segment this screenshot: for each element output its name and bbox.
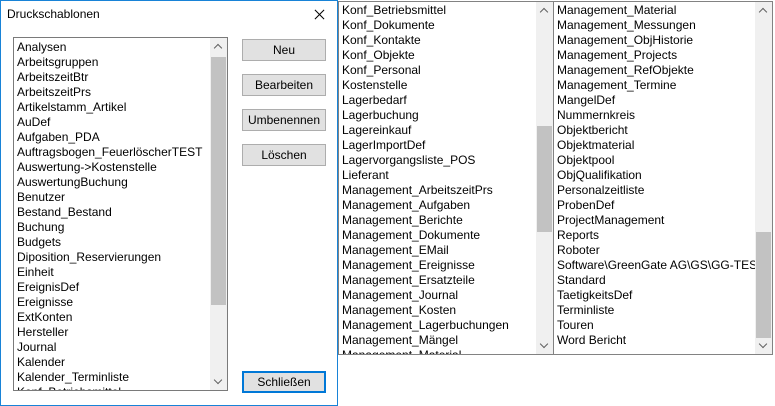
list-item[interactable]: Lagerbuchung [339,108,536,123]
list-item[interactable]: Management_Journal [339,288,536,303]
list-item[interactable]: Budgets [14,235,210,250]
list-item[interactable]: Einheit [14,265,210,280]
list-item[interactable]: Nummernkreis [554,108,755,123]
list-item[interactable]: Software\GreenGate AG\GS\GG-TEST [554,258,755,273]
list-item[interactable]: Lagereinkauf [339,123,536,138]
scroll-up-icon[interactable] [536,2,553,19]
edit-button[interactable]: Bearbeiten [242,74,326,96]
list-item[interactable]: ArbeitszeitBtr [14,70,210,85]
list-item[interactable]: ArbeitszeitPrs [14,85,210,100]
scroll-thumb[interactable] [756,232,771,338]
list-item[interactable]: Hersteller [14,325,210,340]
title-bar: Druckschablonen [1,1,337,29]
list-item[interactable]: LagerImportDef [339,138,536,153]
list-item[interactable]: Terminliste [554,303,755,318]
scroll-thumb[interactable] [211,57,226,305]
list-item[interactable]: Konf_Kontakte [339,33,536,48]
list-item[interactable]: Lagerbedarf [339,93,536,108]
list-item[interactable]: Analysen [14,40,210,55]
scroll-down-icon[interactable] [755,337,772,354]
middle-list-items: Konf_Betriebsmittel Konf_Dokumente Konf_Ko… [339,2,536,354]
list-item[interactable]: Management_RefObjekte [554,63,755,78]
list-item[interactable]: Management_Ersatzteile [339,273,536,288]
middle-list-scrollbar[interactable] [536,2,553,354]
list-item[interactable]: Journal [14,340,210,355]
list-item[interactable]: Management_EMail [339,243,536,258]
list-item[interactable]: Benutzer [14,190,210,205]
list-item[interactable]: ObjQualifikation [554,168,755,183]
list-item[interactable]: Arbeitsgruppen [14,55,210,70]
list-item[interactable]: Auswertung->Kostenstelle [14,160,210,175]
list-item[interactable]: Management_Aufgaben [339,198,536,213]
scroll-up-icon[interactable] [755,2,772,19]
rename-button[interactable]: Umbenennen [242,109,326,131]
list-item[interactable]: Kalender [14,355,210,370]
list-item[interactable]: Auftragsbogen_FeuerlöscherTEST [14,145,210,160]
scroll-thumb[interactable] [537,126,552,232]
list-item[interactable]: AuswertungBuchung [14,175,210,190]
list-item[interactable]: Aufgaben_PDA [14,130,210,145]
middle-listbox[interactable]: Konf_Betriebsmittel Konf_Dokumente Konf_Ko… [338,1,554,355]
list-item[interactable]: Objektpool [554,153,755,168]
delete-button[interactable]: Löschen [242,144,326,166]
right-list-items: Management_Material Management_Messungen M… [554,2,755,354]
right-listbox[interactable]: Management_Material Management_Messungen M… [553,1,773,355]
list-item[interactable]: Kalender_Terminliste [14,370,210,385]
list-item[interactable]: Standard [554,273,755,288]
template-listbox[interactable]: Analysen Arbeitsgruppen ArbeitszeitBtr Arbe… [13,37,228,391]
list-item[interactable]: TaetigkeitsDef [554,288,755,303]
list-item[interactable]: Management_Lagerbuchungen [339,318,536,333]
list-item[interactable]: Personalzeitliste [554,183,755,198]
list-item[interactable]: Management_Ereignisse [339,258,536,273]
list-item[interactable]: Management_Berichte [339,213,536,228]
list-item[interactable]: Kostenstelle [339,78,536,93]
list-item[interactable]: Konf_Personal [339,63,536,78]
list-item[interactable]: Konf_Betriebsmittel [14,385,210,390]
list-item[interactable]: Bestand_Bestand [14,205,210,220]
list-item[interactable]: Management_Material [339,348,536,354]
list-item[interactable]: Management_Projects [554,48,755,63]
scroll-up-icon[interactable] [210,38,227,55]
scroll-down-icon[interactable] [210,373,227,390]
list-item[interactable]: Lieferant [339,168,536,183]
list-item[interactable]: Objektmaterial [554,138,755,153]
list-item[interactable]: Word Bericht [554,333,755,348]
list-item[interactable]: Lagervorgangsliste_POS [339,153,536,168]
list-item[interactable]: Management_Dokumente [339,228,536,243]
close-button[interactable]: Schließen [242,371,326,393]
list-item[interactable]: ProjectManagement [554,213,755,228]
dialog-title: Druckschablonen [7,7,100,21]
list-item[interactable]: Management_ArbeitszeitPrs [339,183,536,198]
list-item[interactable]: MangelDef [554,93,755,108]
list-item[interactable]: Ereignisse [14,295,210,310]
list-item[interactable]: Roboter [554,243,755,258]
list-item[interactable]: Management_Kosten [339,303,536,318]
list-item[interactable]: ExtKonten [14,310,210,325]
list-item[interactable]: Buchung [14,220,210,235]
right-list-scrollbar[interactable] [755,2,772,354]
list-item[interactable]: Management_ObjHistorie [554,33,755,48]
list-item[interactable]: Konf_Betriebsmittel [339,3,536,18]
list-item[interactable]: Objektbericht [554,123,755,138]
list-item[interactable]: EreignisDef [14,280,210,295]
list-item[interactable]: AuDef [14,115,210,130]
list-item[interactable]: Management_Material [554,3,755,18]
list-item[interactable]: Touren [554,318,755,333]
new-button[interactable]: Neu [242,39,326,61]
list-item[interactable]: Management_Mängel [339,333,536,348]
template-list-scrollbar[interactable] [210,38,227,390]
list-item[interactable]: ProbenDef [554,198,755,213]
list-item[interactable]: Management_Messungen [554,18,755,33]
list-item[interactable]: Artikelstamm_Artikel [14,100,210,115]
list-item[interactable]: Diposition_Reservierungen [14,250,210,265]
templates-dialog: Druckschablonen Analysen Arbeitsgruppen Ar… [0,0,338,406]
list-item[interactable]: Reports [554,228,755,243]
list-item[interactable]: Management_Termine [554,78,755,93]
list-item[interactable]: Konf_Dokumente [339,18,536,33]
scroll-down-icon[interactable] [536,337,553,354]
list-item[interactable]: Konf_Objekte [339,48,536,63]
close-icon[interactable] [309,4,331,24]
template-list-items: Analysen Arbeitsgruppen ArbeitszeitBtr Arbe… [14,38,210,390]
